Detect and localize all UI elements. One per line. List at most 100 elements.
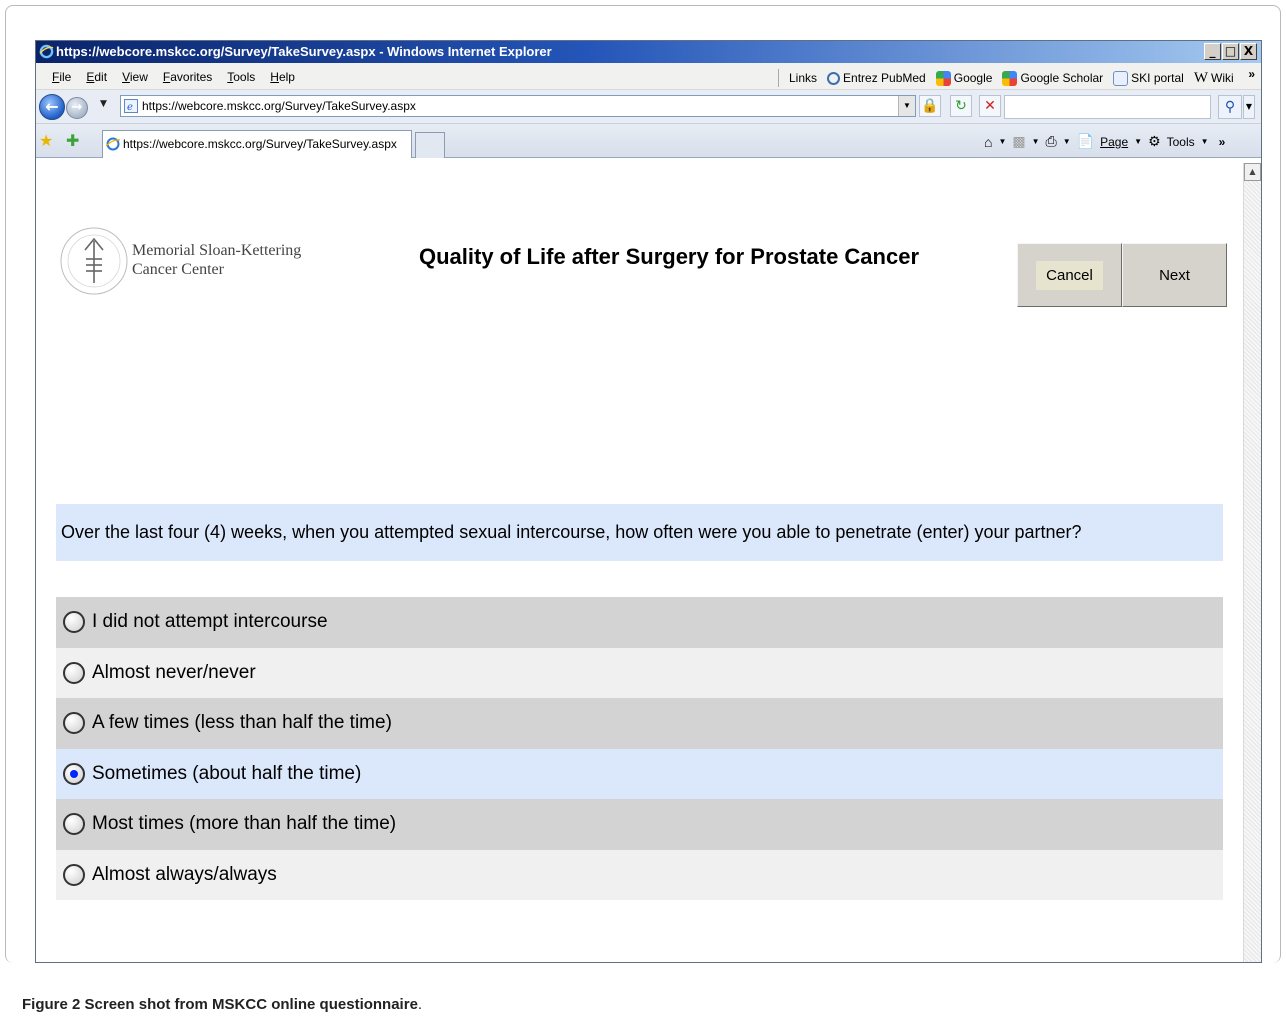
title-bar: https://webcore.mskcc.org/Survey/TakeSur… [36,41,1261,63]
home-icon[interactable]: ⌂ [984,134,992,150]
radio-button[interactable] [63,661,85,684]
search-icon[interactable]: ⚲ [1218,95,1242,119]
radio-button-checked[interactable] [63,762,85,785]
links-overflow-button[interactable]: » [1248,67,1255,81]
radio-button[interactable] [63,611,85,634]
option-row[interactable]: Most times (more than half the time) [56,799,1223,850]
link-google-scholar[interactable]: Google Scholar [1002,70,1104,86]
link-wiki-label: Wiki [1211,71,1234,85]
option-row[interactable]: I did not attempt intercourse [56,597,1223,648]
maximize-button[interactable]: □ [1222,43,1239,60]
tools-dropdown-icon[interactable]: ▼ [1201,137,1209,146]
tab-bar: ★ ✚ https://webcore.mskcc.org/Survey/Tak… [36,124,1261,158]
menu-file[interactable]: File [52,70,71,84]
organization-name-line2: Cancer Center [132,261,224,278]
close-button[interactable]: X [1240,43,1257,60]
lock-icon[interactable]: 🔒 [919,95,941,117]
figure-caption-end: . [417,996,423,1013]
search-input[interactable] [1004,95,1211,119]
wikipedia-icon: W [1193,69,1209,86]
google-icon [935,70,951,86]
home-dropdown-icon[interactable]: ▼ [998,137,1006,146]
print-dropdown-icon[interactable]: ▼ [1063,137,1071,146]
option-label: Most times (more than half the time) [92,813,397,835]
add-favorites-icon[interactable]: ✚ [66,131,79,150]
stop-icon[interactable]: ✕ [979,95,1001,117]
menu-bar: File Edit View Favorites Tools Help Link… [36,63,1261,90]
menu-view[interactable]: View [122,70,148,84]
new-tab-button[interactable] [415,132,445,158]
url-field[interactable]: e https://webcore.mskcc.org/Survey/TakeS… [120,95,916,117]
option-row[interactable]: Almost never/never [56,647,1223,698]
command-overflow-button[interactable]: » [1219,135,1226,149]
links-label[interactable]: Links [789,71,817,85]
scroll-up-arrow-icon[interactable]: ▲ [1244,163,1261,181]
ie-page-icon [106,137,120,151]
cancel-button-label: Cancel [1036,260,1103,290]
menu-help[interactable]: Help [270,70,295,84]
organization-name-line1: Memorial Sloan-Kettering [132,242,302,259]
survey-title: Quality of Life after Surgery for Prosta… [419,244,920,269]
link-ski-portal-label: SKI portal [1131,71,1184,85]
favorites-star-icon[interactable]: ★ [39,131,53,150]
vertical-scrollbar[interactable]: ▲ [1243,163,1261,962]
gear-icon: ⚙ [1148,133,1161,149]
tools-menu-button[interactable]: Tools [1167,135,1195,149]
address-bar: ← → ▼ e https://webcore.mskcc.org/Survey… [36,90,1261,124]
figure-caption: Figure 2 Screen shot from MSKCC online q… [22,996,422,1013]
radio-button[interactable] [63,863,85,886]
option-label: Sometimes (about half the time) [92,762,362,784]
history-dropdown-icon[interactable]: ▼ [100,99,107,109]
ie-page-icon [1113,70,1129,86]
minimize-button[interactable]: _ [1204,43,1221,60]
option-label: I did not attempt intercourse [92,611,328,633]
back-button[interactable]: ← [39,94,65,120]
link-google-scholar-label: Google Scholar [1020,71,1104,85]
link-entrez-pubmed-label: Entrez PubMed [843,71,926,85]
feeds-dropdown-icon[interactable]: ▼ [1032,137,1040,146]
next-button-label: Next [1159,266,1190,284]
page-content: ▲ Memorial Sloan-Kettering Cancer Center… [36,159,1261,962]
links-separator [778,69,779,87]
svg-text:e: e [127,102,133,113]
page-dropdown-icon[interactable]: ▼ [1134,137,1142,146]
ie-page-icon: e [124,99,138,113]
organization-name: Memorial Sloan-Kettering Cancer Center [132,241,301,279]
option-label: A few times (less than half the time) [92,712,392,734]
search-options-dropdown-icon[interactable]: ▼ [1243,95,1255,119]
next-button[interactable]: Next [1122,243,1227,307]
option-row-selected[interactable]: Sometimes (about half the time) [56,748,1223,799]
link-wiki[interactable]: W Wiki [1194,70,1234,87]
navigation-buttons: Cancel Next [1017,243,1227,307]
radio-button[interactable] [63,712,85,735]
print-icon[interactable]: ⎙ [1046,133,1057,150]
ie-logo-icon [39,44,54,59]
tab-active[interactable]: https://webcore.mskcc.org/Survey/TakeSur… [102,130,412,158]
mskcc-seal-logo [60,227,128,295]
option-row[interactable]: Almost always/always [56,849,1223,900]
tab-title: https://webcore.mskcc.org/Survey/TakeSur… [123,137,397,151]
option-label: Almost always/always [92,863,277,885]
option-row[interactable]: A few times (less than half the time) [56,698,1223,749]
radio-button[interactable] [63,813,85,836]
menu-edit[interactable]: Edit [86,70,107,84]
forward-button[interactable]: → [66,97,88,119]
page-menu-button[interactable]: Page [1100,135,1128,149]
figure-caption-label: Figure 2 [22,996,81,1013]
menu-favorites[interactable]: Favorites [163,70,212,84]
menu-tools[interactable]: Tools [227,70,255,84]
cancel-button[interactable]: Cancel [1017,243,1122,307]
figure-caption-text: Screen shot from MSKCC online questionna… [84,996,418,1013]
pubmed-icon [827,71,841,85]
link-ski-portal[interactable]: SKI portal [1113,70,1184,86]
link-google[interactable]: Google [935,70,992,86]
link-entrez-pubmed[interactable]: Entrez PubMed [827,71,926,85]
refresh-icon[interactable]: ↻ [950,95,972,117]
window-title: https://webcore.mskcc.org/Survey/TakeSur… [56,44,552,59]
page-icon: 📄 [1076,133,1095,149]
feeds-icon[interactable]: ▩ [1012,133,1025,150]
url-text: https://webcore.mskcc.org/Survey/TakeSur… [142,99,416,113]
browser-window: https://webcore.mskcc.org/Survey/TakeSur… [35,40,1262,963]
url-dropdown-icon[interactable]: ▼ [898,96,915,116]
google-scholar-icon [1002,70,1018,86]
